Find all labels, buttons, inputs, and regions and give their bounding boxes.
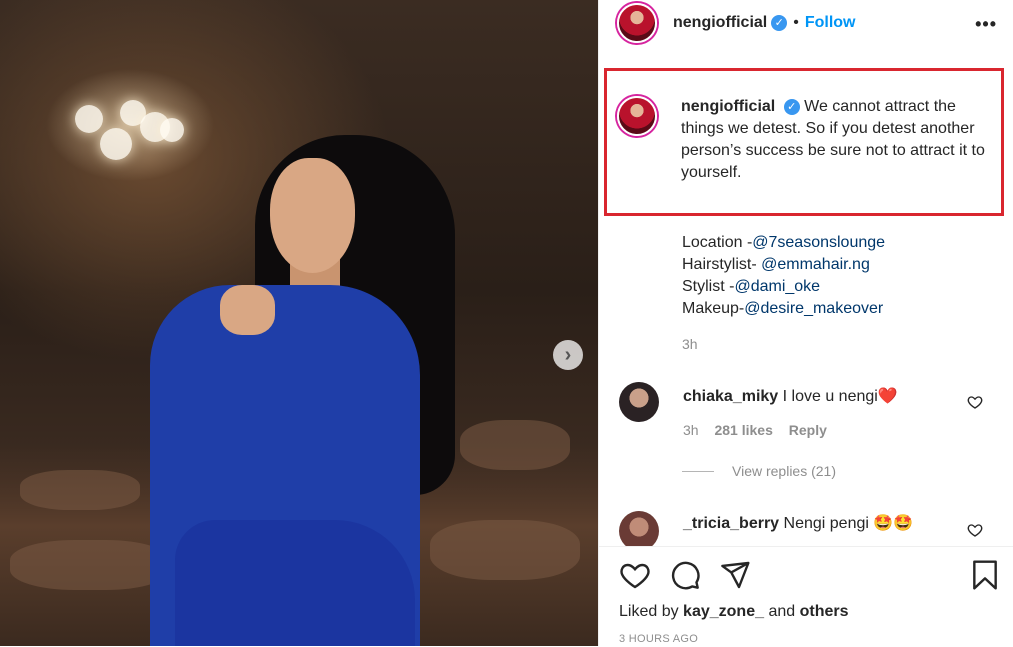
verified-badge-icon: ✓	[783, 98, 800, 115]
comment-body: _tricia_berry Nengi pengi 🤩🤩	[683, 511, 913, 551]
photo-rock	[430, 520, 580, 580]
comment-item: _tricia_berry Nengi pengi 🤩🤩	[619, 511, 999, 551]
comment-username[interactable]: _tricia_berry	[683, 515, 779, 532]
header-separator: •	[793, 13, 799, 31]
credit-line: Hairstylist- @emmahair.ng	[682, 254, 885, 276]
mention-link[interactable]: @dami_oke	[734, 278, 820, 295]
photo-rock	[460, 420, 570, 470]
post-photo[interactable]: ›	[0, 0, 598, 646]
comment-meta: 3h 281 likes Reply	[683, 422, 898, 438]
comment-like-heart-icon[interactable]	[967, 522, 983, 538]
comment-bubble-icon[interactable]	[669, 559, 701, 591]
comment-body: chiaka_miky I love u nengi❤️ 3h 281 like…	[683, 382, 898, 438]
author-avatar[interactable]	[617, 2, 657, 43]
comment-text: Nengi pengi	[783, 515, 869, 532]
commenter-avatar[interactable]	[619, 382, 659, 422]
liked-and: and	[768, 603, 796, 620]
credit-label: Location -	[682, 234, 753, 251]
liked-others[interactable]: others	[800, 603, 849, 620]
comment-text: I love u nengi	[782, 388, 878, 405]
comment-line: _tricia_berry Nengi pengi 🤩🤩	[683, 513, 913, 533]
view-replies-button[interactable]: View replies (21)	[682, 463, 836, 479]
post-header: nengiofficial ✓ • Follow •••	[599, 0, 1013, 45]
caption-avatar[interactable]	[617, 96, 657, 136]
comment-like-heart-icon[interactable]	[967, 394, 983, 410]
commenter-avatar[interactable]	[619, 511, 659, 551]
mention-link[interactable]: @desire_makeover	[744, 300, 883, 317]
liked-by-line: Liked by kay_zone_ and others	[619, 603, 849, 621]
credit-label: Makeup-	[682, 300, 745, 317]
credit-label: Stylist -	[682, 278, 735, 295]
comment-time[interactable]: 3h	[683, 422, 699, 438]
like-heart-icon[interactable]	[619, 559, 651, 591]
caption-credits: Location -@7seasonslounge Hairstylist- @…	[682, 232, 885, 320]
post-time-ago[interactable]: 3 HOURS AGO	[619, 633, 698, 645]
view-replies-line	[682, 470, 714, 472]
credit-line: Makeup-@desire_makeover	[682, 298, 885, 320]
verified-badge-icon: ✓	[771, 14, 788, 31]
save-bookmark-icon[interactable]	[969, 559, 1001, 591]
follow-button[interactable]: Follow	[805, 14, 856, 32]
post-side-panel: nengiofficial ✓ • Follow ••• nengioffici…	[598, 0, 1013, 647]
bokeh-light	[100, 128, 132, 160]
share-paper-plane-icon[interactable]	[719, 559, 751, 591]
credit-line: Stylist -@dami_oke	[682, 276, 885, 298]
comment-likes[interactable]: 281 likes	[714, 422, 772, 438]
comment-item: chiaka_miky I love u nengi❤️ 3h 281 like…	[619, 382, 999, 438]
post-actions-bar: Liked by kay_zone_ and others 3 HOURS AG…	[599, 546, 1013, 647]
caption-username[interactable]: nengiofficial	[681, 98, 775, 115]
photo-rock	[20, 470, 140, 510]
carousel-next-button[interactable]: ›	[553, 340, 583, 370]
comment-reply-button[interactable]: Reply	[789, 422, 827, 438]
comment-emoji: ❤️	[877, 388, 898, 405]
comment-emoji: 🤩🤩	[873, 515, 914, 532]
subject-face	[270, 158, 355, 273]
bokeh-light	[160, 118, 184, 142]
credit-label: Hairstylist-	[682, 256, 762, 273]
liked-prefix: Liked by	[619, 603, 679, 620]
comment-username[interactable]: chiaka_miky	[683, 388, 778, 405]
view-replies-label: View replies (21)	[732, 463, 837, 479]
caption: nengiofficial ✓ We cannot attract the th…	[617, 96, 997, 184]
comment-line: chiaka_miky I love u nengi❤️	[683, 386, 898, 406]
subject-dress-lower	[175, 520, 415, 646]
caption-time[interactable]: 3h	[682, 336, 698, 352]
more-options-icon[interactable]: •••	[975, 14, 997, 35]
mention-link[interactable]: @emmahair.ng	[761, 256, 870, 273]
bokeh-light	[75, 105, 103, 133]
credit-line: Location -@7seasonslounge	[682, 232, 885, 254]
mention-link[interactable]: @7seasonslounge	[752, 234, 885, 251]
subject-hand	[220, 285, 275, 335]
liked-user[interactable]: kay_zone_	[683, 603, 764, 620]
photo-rock	[10, 540, 170, 590]
author-username[interactable]: nengiofficial	[673, 14, 767, 32]
caption-text-block: nengiofficial ✓ We cannot attract the th…	[681, 96, 991, 184]
